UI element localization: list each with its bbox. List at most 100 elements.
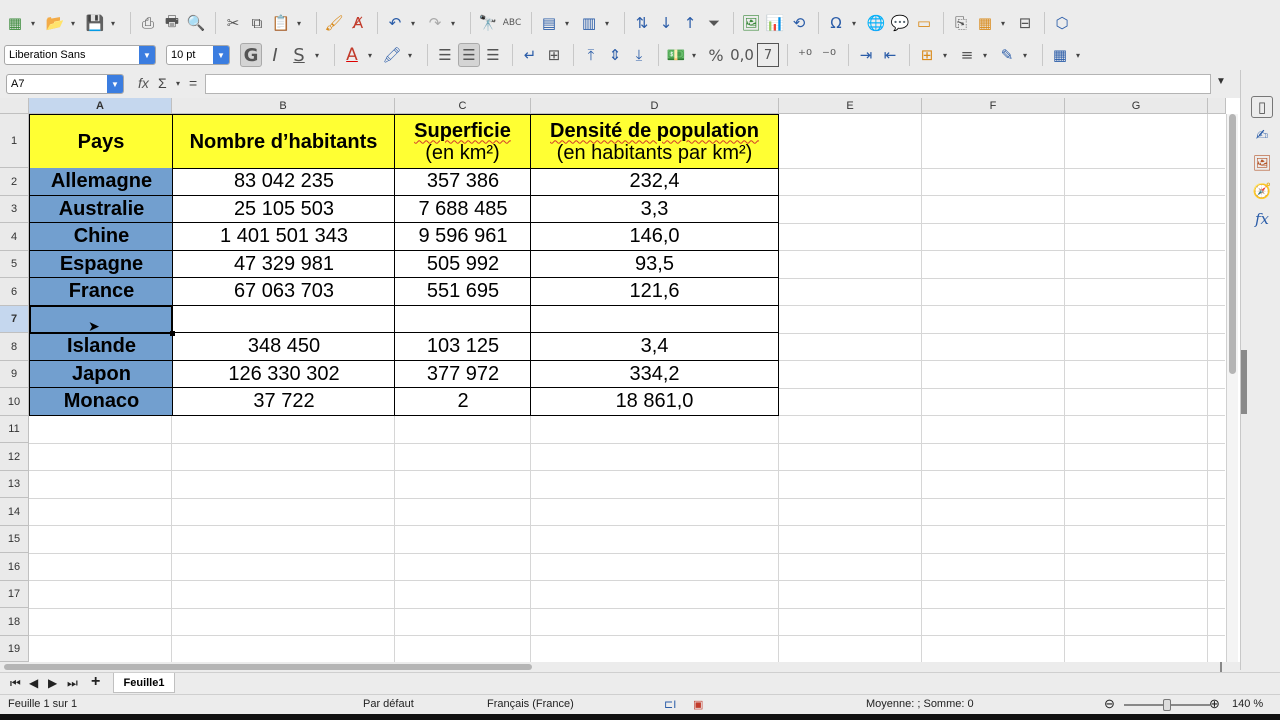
cut-icon[interactable]: ✂ xyxy=(222,11,244,35)
special-character-dropdown-icon[interactable]: ▾ xyxy=(849,11,859,35)
cell-habitants[interactable]: 25 105 503 xyxy=(172,196,395,223)
sort-icon[interactable]: ⇅ xyxy=(631,11,653,35)
borders-icon[interactable]: ⊞ xyxy=(916,43,938,67)
align-right-icon[interactable]: ☰ xyxy=(482,43,504,67)
align-top-icon[interactable]: ⤒ xyxy=(580,43,602,67)
sort-descending-icon[interactable]: ↑ xyxy=(679,11,701,35)
column-header-a[interactable]: A xyxy=(29,98,172,114)
cell-superficie[interactable]: 7 688 485 xyxy=(394,196,531,223)
redo-dropdown-icon[interactable]: ▾ xyxy=(448,11,458,35)
cell-superficie[interactable]: 103 125 xyxy=(394,333,531,361)
first-sheet-icon[interactable]: ⏮ xyxy=(10,676,21,691)
page-style[interactable]: Par défaut xyxy=(363,698,414,710)
cell-pays[interactable]: Japon xyxy=(29,361,173,388)
cell-densite[interactable]: 3,4 xyxy=(530,333,779,361)
header-cell-superficie[interactable]: Superficie (en km²) xyxy=(394,114,531,169)
column-header-f[interactable]: F xyxy=(922,98,1065,114)
delete-decimal-icon[interactable]: ⁻⁰ xyxy=(818,43,840,67)
paste-icon[interactable]: 📋 xyxy=(270,11,292,35)
chevron-down-icon[interactable]: ▼ xyxy=(213,46,229,64)
undo-icon[interactable]: ↶ xyxy=(384,11,406,35)
cell-pays[interactable]: Australie xyxy=(29,196,173,223)
cell-habitants[interactable]: 348 450 xyxy=(172,333,395,361)
copy-icon[interactable]: ⧉ xyxy=(246,11,268,35)
horizontal-scrollbar[interactable] xyxy=(0,662,1240,672)
cell-habitants[interactable]: 83 042 235 xyxy=(172,168,395,196)
expand-formula-bar-icon[interactable]: ▼ xyxy=(1216,76,1226,87)
print-preview-icon[interactable]: 🔍 xyxy=(185,11,207,35)
special-character-icon[interactable]: Ω xyxy=(825,11,847,35)
cell-densite[interactable]: 146,0 xyxy=(530,223,779,251)
border-style-dropdown-icon[interactable]: ▾ xyxy=(980,43,990,67)
column-dropdown-icon[interactable]: ▾ xyxy=(602,11,612,35)
paste-dropdown-icon[interactable]: ▾ xyxy=(294,11,304,35)
next-sheet-icon[interactable]: ▶ xyxy=(48,676,57,690)
row-header-11[interactable]: 11 xyxy=(0,416,29,443)
cell-habitants[interactable]: 47 329 981 xyxy=(172,251,395,278)
export-pdf-icon[interactable]: ⎙ xyxy=(137,11,159,35)
selection-mode-icon[interactable]: ⊏I xyxy=(664,698,676,711)
row-header-17[interactable]: 17 xyxy=(0,581,29,608)
split-window-icon[interactable]: ⊟ xyxy=(1014,11,1036,35)
sidebar-handle[interactable] xyxy=(1241,350,1247,414)
cell-pays[interactable]: Espagne xyxy=(29,251,173,278)
define-print-area-icon[interactable]: ⎘ xyxy=(950,11,972,35)
border-color-dropdown-icon[interactable]: ▾ xyxy=(1020,43,1030,67)
background-color-icon[interactable]: 🖍 xyxy=(381,43,403,67)
cell-densite[interactable]: 18 861,0 xyxy=(530,388,779,416)
properties-icon[interactable]: ▯ xyxy=(1251,96,1273,118)
column-header-c[interactable]: C xyxy=(395,98,531,114)
italic-button[interactable]: I xyxy=(264,43,286,67)
cell-superficie[interactable]: 357 386 xyxy=(394,168,531,196)
row-header-16[interactable]: 16 xyxy=(0,553,29,581)
gallery-icon[interactable]: 🖼 xyxy=(1251,152,1273,174)
cell-pays[interactable]: Islande xyxy=(29,333,173,361)
language-status[interactable]: Français (France) xyxy=(487,698,574,710)
column-header-e[interactable]: E xyxy=(779,98,922,114)
merge-cells-icon[interactable]: ⊞ xyxy=(543,43,565,67)
find-replace-icon[interactable]: 🔭 xyxy=(477,11,499,35)
print-icon[interactable]: 🖶 xyxy=(161,11,183,35)
zoom-slider-knob[interactable] xyxy=(1163,699,1171,711)
header-cell-pays[interactable]: Pays xyxy=(29,114,173,169)
align-middle-icon[interactable]: ⇕ xyxy=(604,43,626,67)
currency-format-icon[interactable]: 💵 xyxy=(665,43,687,67)
font-size-combo[interactable]: 10 pt ▼ xyxy=(166,45,230,65)
hyperlink-icon[interactable]: 🌐 xyxy=(865,11,887,35)
row-header-13[interactable]: 13 xyxy=(0,471,29,498)
column-header-g[interactable]: G xyxy=(1065,98,1208,114)
autofilter-icon[interactable]: ⏷ xyxy=(703,11,725,35)
open-dropdown-icon[interactable]: ▾ xyxy=(68,11,78,35)
align-bottom-icon[interactable]: ⤓ xyxy=(628,43,650,67)
chevron-down-icon[interactable]: ▼ xyxy=(139,46,155,64)
align-left-icon[interactable]: ☰ xyxy=(434,43,456,67)
selection-summary[interactable]: Moyenne: ; Somme: 0 xyxy=(866,698,974,710)
currency-dropdown-icon[interactable]: ▾ xyxy=(689,43,699,67)
select-all-corner[interactable] xyxy=(0,98,29,114)
cell-densite[interactable]: 93,5 xyxy=(530,251,779,278)
last-sheet-icon[interactable]: ⏭ xyxy=(67,676,78,691)
font-name-combo[interactable]: Liberation Sans ▼ xyxy=(4,45,156,65)
cell-habitants[interactable] xyxy=(172,306,395,333)
bold-button[interactable]: G xyxy=(240,43,262,67)
cell-superficie[interactable]: 505 992 xyxy=(394,251,531,278)
vertical-scrollbar-thumb[interactable] xyxy=(1229,114,1236,374)
functions-icon[interactable]: fx xyxy=(1251,208,1273,230)
cell-pays[interactable] xyxy=(29,306,173,333)
cell-pays[interactable]: Allemagne xyxy=(29,168,173,196)
pivot-table-icon[interactable]: ⟲ xyxy=(788,11,810,35)
sum-icon[interactable]: Σ xyxy=(158,75,167,91)
new-dropdown-icon[interactable]: ▾ xyxy=(28,11,38,35)
column-icon[interactable]: ▥ xyxy=(578,11,600,35)
number-format-icon[interactable]: 0,0 xyxy=(729,43,755,67)
insert-chart-icon[interactable]: 📊 xyxy=(764,11,786,35)
spreadsheet-grid[interactable]: A B C D E F G 1 2 3 4 5 6 7 8 9 10 11 12… xyxy=(0,98,1240,662)
horizontal-scrollbar-thumb[interactable] xyxy=(4,664,532,670)
row-header-1[interactable]: 1 xyxy=(0,114,29,168)
row-dropdown-icon[interactable]: ▾ xyxy=(562,11,572,35)
percent-format-icon[interactable]: % xyxy=(705,43,727,67)
row-header-18[interactable]: 18 xyxy=(0,608,29,636)
redo-icon[interactable]: ↷ xyxy=(424,11,446,35)
column-header-b[interactable]: B xyxy=(172,98,395,114)
cell-pays[interactable]: France xyxy=(29,278,173,306)
